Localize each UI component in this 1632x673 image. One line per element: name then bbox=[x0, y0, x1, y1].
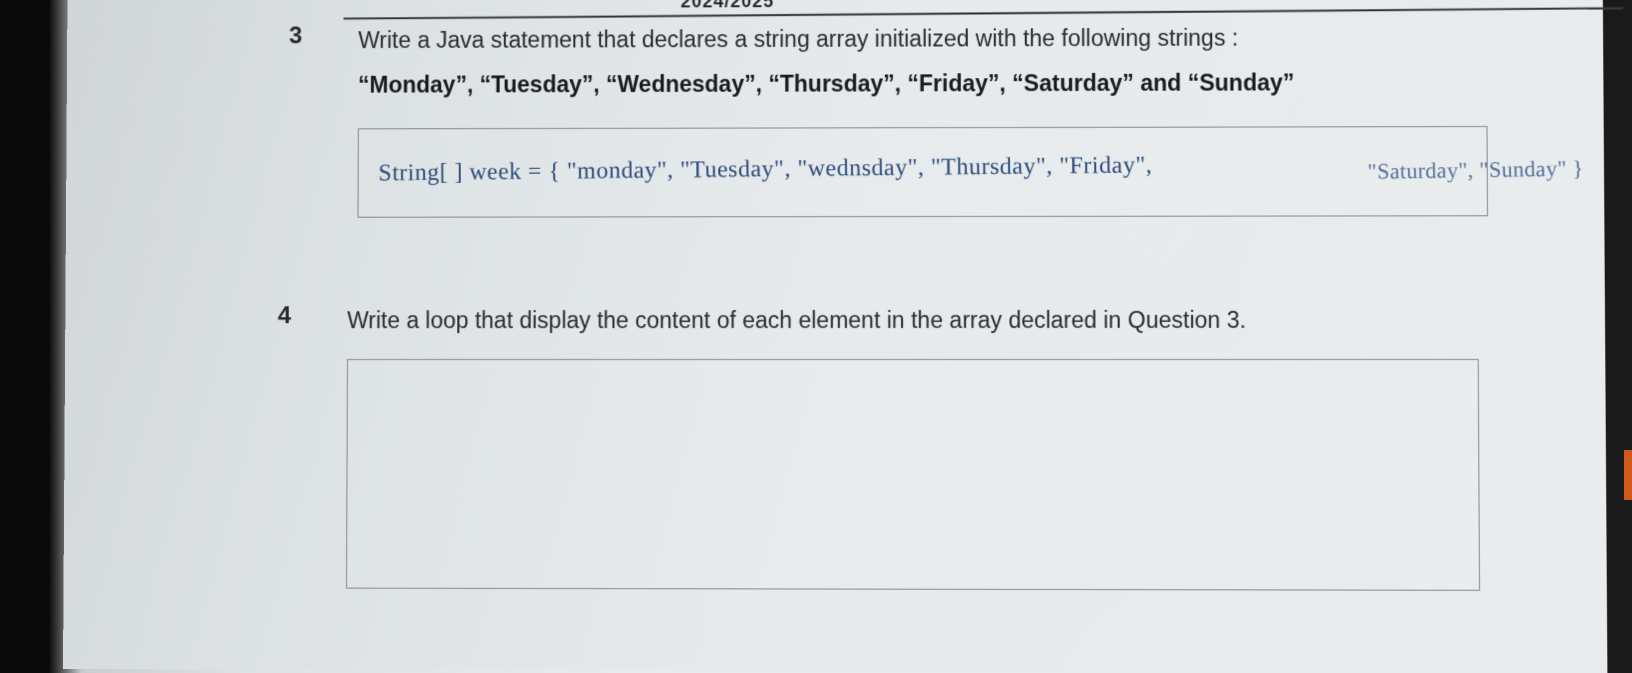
question-3-prompt-line2: “Monday”, “Tuesday”, “Wednesday”, “Thurs… bbox=[358, 63, 1629, 103]
question-4-answer-box bbox=[346, 359, 1480, 591]
question-3-content: Write a Java statement that declares a s… bbox=[357, 18, 1629, 217]
question-number-3: 3 bbox=[288, 22, 319, 217]
exam-page: 2024/2025 3 Write a Java statement that … bbox=[63, 0, 1607, 673]
header-underline bbox=[343, 7, 1623, 20]
question-4-prompt: Write a loop that display the content of… bbox=[347, 302, 1620, 339]
question-number-4: 4 bbox=[277, 302, 308, 588]
question-3-block: 3 Write a Java statement that declares a… bbox=[288, 18, 1629, 217]
edge-artifact bbox=[1624, 450, 1632, 500]
question-4-block: 4 Write a loop that display the content … bbox=[277, 302, 1623, 591]
handwritten-answer-3-main: String[ ] week = { "monday", "Tuesday", … bbox=[378, 152, 1152, 187]
header-year: 2024/2025 bbox=[681, 0, 775, 12]
question-4-content: Write a loop that display the content of… bbox=[346, 302, 1622, 591]
handwritten-answer-3-overflow: "Saturday", "Sunday" } bbox=[1367, 155, 1583, 184]
question-3-answer-box: String[ ] week = { "monday", "Tuesday", … bbox=[357, 126, 1488, 218]
question-3-prompt-line1: Write a Java statement that declares a s… bbox=[358, 18, 1628, 58]
